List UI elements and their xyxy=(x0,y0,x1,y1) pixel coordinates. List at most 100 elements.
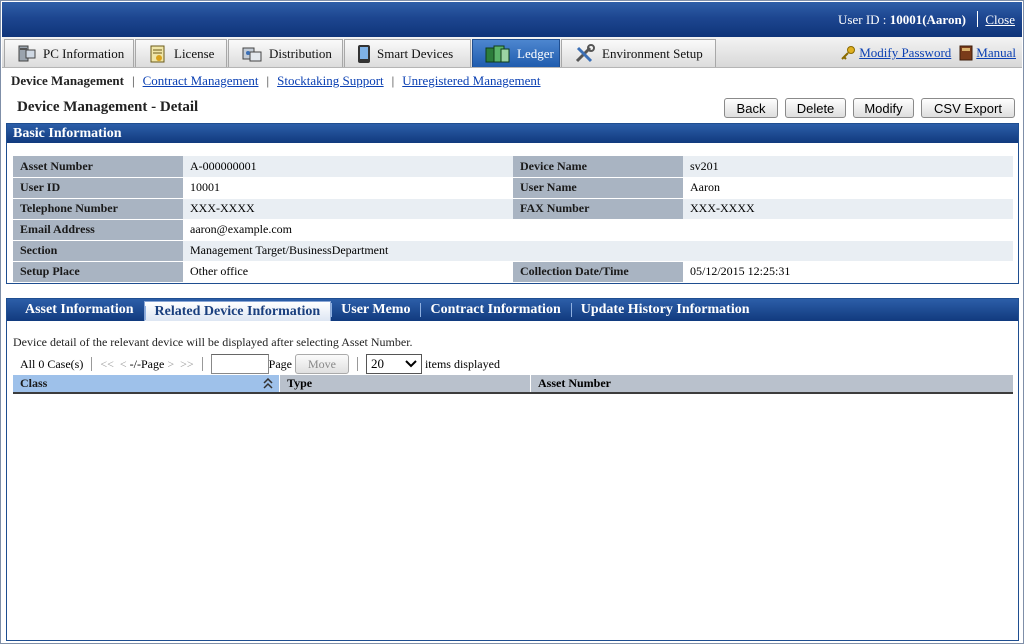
csv-export-button[interactable]: CSV Export xyxy=(921,98,1015,118)
items-per-page-select[interactable]: 20 xyxy=(365,354,422,374)
info-row: Asset Number A-000000001 Device Name sv2… xyxy=(13,156,1013,178)
window: User ID : 10001(Aaron) Close PC Informat… xyxy=(0,0,1024,644)
tab-label: Smart Devices xyxy=(377,45,454,61)
info-row: Email Address aaron@example.com xyxy=(13,219,1013,241)
items-displayed-label: items displayed xyxy=(424,356,500,371)
column-class[interactable]: Class xyxy=(13,375,279,392)
divider xyxy=(977,11,978,27)
first-page-link[interactable]: << xyxy=(100,357,114,372)
column-asset-number[interactable]: Asset Number xyxy=(530,375,1013,392)
detail-tab-bar: Asset Information Related Device Informa… xyxy=(7,299,1018,321)
tab-smart-devices[interactable]: Smart Devices xyxy=(344,39,471,67)
last-page-link[interactable]: >> xyxy=(180,357,194,372)
related-device-panel: Asset Information Related Device Informa… xyxy=(6,298,1019,641)
field-label: User ID xyxy=(13,177,183,199)
top-bar: User ID : 10001(Aaron) Close xyxy=(2,2,1022,37)
divider: | xyxy=(132,73,135,88)
main-tab-bar: PC Information License Distribution Smar… xyxy=(2,37,1022,68)
tab-ledger[interactable]: Ledger xyxy=(472,39,560,67)
tab-environment-setup[interactable]: Environment Setup xyxy=(561,39,716,67)
field-label: FAX Number xyxy=(513,198,683,220)
tab-label: Environment Setup xyxy=(602,45,703,61)
tab-update-history-information[interactable]: Update History Information xyxy=(570,299,760,321)
manual-link[interactable]: Manual xyxy=(959,45,1016,61)
info-row: Setup Place Other office Collection Date… xyxy=(13,261,1013,283)
user-id-value: 10001 xyxy=(183,177,513,199)
tab-contract-information[interactable]: Contract Information xyxy=(420,299,570,321)
divider xyxy=(91,357,93,371)
info-row: User ID 10001 User Name Aaron xyxy=(13,177,1013,199)
page-label: Page xyxy=(268,356,292,371)
divider xyxy=(356,357,358,371)
smartphone-icon xyxy=(358,44,370,63)
email-value: aaron@example.com xyxy=(183,219,1013,241)
subnav-contract-management[interactable]: Contract Management xyxy=(143,73,259,89)
field-label: Collection Date/Time xyxy=(513,261,683,283)
table-header: Class Type Asset Number xyxy=(13,375,1013,394)
field-label: Device Name xyxy=(513,156,683,178)
tab-related-device-information[interactable]: Related Device Information xyxy=(143,301,332,321)
page-title: Device Management - Detail xyxy=(17,99,199,115)
column-type[interactable]: Type xyxy=(279,375,530,392)
field-label: Section xyxy=(13,240,183,262)
chevron-down-icon xyxy=(405,360,417,368)
prev-page-link[interactable]: < xyxy=(120,357,127,372)
tab-license[interactable]: License xyxy=(135,39,227,67)
subnav-unregistered-management[interactable]: Unregistered Management xyxy=(402,73,540,89)
basic-information-panel: Basic Information Asset Number A-0000000… xyxy=(6,123,1019,284)
ledger-icon xyxy=(485,45,510,62)
tab-label: PC Information xyxy=(43,45,125,61)
sort-icon xyxy=(263,378,273,389)
per-page-value: 20 xyxy=(370,356,384,371)
tab-label: Distribution xyxy=(269,45,332,61)
field-label: Setup Place xyxy=(13,261,183,283)
pager: All 0 Case(s) << < -/-Page > >> Page Mov… xyxy=(20,354,500,374)
modify-button[interactable]: Modify xyxy=(853,98,914,118)
collection-value: 05/12/2015 12:25:31 xyxy=(683,261,1013,283)
tab-label: Ledger xyxy=(517,45,554,61)
divider: | xyxy=(391,73,395,88)
top-links: Modify Password Manual xyxy=(840,45,1016,61)
info-row: Telephone Number XXX-XXXX FAX Number XXX… xyxy=(13,198,1013,220)
field-label: Telephone Number xyxy=(13,198,183,220)
page-number-input[interactable] xyxy=(210,354,269,374)
fax-value: XXX-XXXX xyxy=(683,198,1013,220)
tab-user-memo[interactable]: User Memo xyxy=(331,299,420,321)
field-label: Asset Number xyxy=(13,156,183,178)
user-id-display: User ID : 10001(Aaron) xyxy=(838,12,966,27)
divider xyxy=(201,357,203,371)
manual-label: Manual xyxy=(976,45,1016,60)
divider: | xyxy=(266,73,270,88)
section-value: Management Target/BusinessDepartment xyxy=(183,240,1013,262)
tools-icon xyxy=(575,43,595,62)
move-button[interactable]: Move xyxy=(294,354,349,374)
page-info: -/-Page xyxy=(129,356,165,371)
description-text: Device detail of the relevant device wil… xyxy=(13,335,413,349)
license-icon xyxy=(150,45,165,62)
book-icon xyxy=(959,45,973,61)
pc-icon xyxy=(18,45,36,61)
delete-button[interactable]: Delete xyxy=(785,98,846,118)
setup-place-value: Other office xyxy=(183,261,513,283)
asset-number-value: A-000000001 xyxy=(183,156,513,178)
tab-asset-information[interactable]: Asset Information xyxy=(15,299,144,321)
back-button[interactable]: Back xyxy=(724,98,778,118)
distribution-icon xyxy=(242,47,262,61)
info-row: Section Management Target/BusinessDepart… xyxy=(13,240,1013,262)
section-title: Basic Information xyxy=(7,124,1018,143)
device-name-value: sv201 xyxy=(683,156,1013,178)
tab-pc-information[interactable]: PC Information xyxy=(4,39,134,67)
column-label: Class xyxy=(20,376,48,390)
modify-password-link[interactable]: Modify Password xyxy=(840,45,951,61)
field-label: Email Address xyxy=(13,219,183,241)
tab-label: License xyxy=(174,45,215,61)
record-count: All 0 Case(s) xyxy=(20,356,84,371)
basic-info-table: Asset Number A-000000001 Device Name sv2… xyxy=(13,156,1013,283)
field-label: User Name xyxy=(513,177,683,199)
next-page-link[interactable]: > xyxy=(167,357,174,372)
sub-navigation: Device Management | Contract Management … xyxy=(11,73,541,89)
subnav-stocktaking-support[interactable]: Stocktaking Support xyxy=(277,73,384,89)
close-link[interactable]: Close xyxy=(985,12,1015,28)
tab-distribution[interactable]: Distribution xyxy=(228,39,343,67)
key-icon xyxy=(841,46,856,60)
